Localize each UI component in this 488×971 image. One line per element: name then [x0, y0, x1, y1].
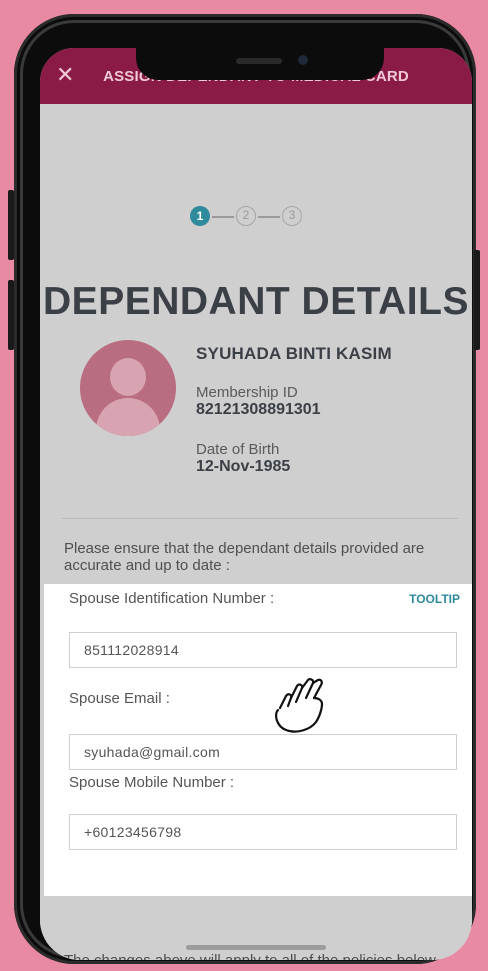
progress-stepper: 1 2 3: [190, 204, 330, 230]
email-label: Spouse Email :: [69, 690, 170, 707]
dependant-name: SYUHADA BINTI KASIM: [196, 344, 392, 363]
step-1-indicator: 1: [190, 206, 210, 226]
app-screen: ✕ ASSIGN DEPENDANT TO MEDICAL CARD 1 2 3…: [40, 48, 472, 960]
apply-note: The changes above will apply to all of t…: [64, 952, 444, 960]
membership-label: Membership ID: [196, 384, 298, 401]
id-label: Spouse Identification Number :: [69, 590, 275, 607]
phone-side-button: [8, 280, 14, 350]
section-divider: [62, 518, 458, 519]
tooltip-link[interactable]: TOOLTIP: [409, 592, 460, 606]
camera-icon: [298, 55, 308, 65]
speaker-icon: [236, 58, 282, 64]
step-connector: [258, 216, 280, 218]
avatar-head: [110, 358, 146, 396]
step-connector: [212, 216, 234, 218]
accuracy-note: Please ensure that the dependant details…: [64, 540, 425, 574]
dependant-info: SYUHADA BINTI KASIM Membership ID 821213…: [196, 344, 456, 476]
phone-side-button: [8, 190, 14, 260]
home-indicator: [186, 945, 326, 950]
hand-pointer-icon: [275, 678, 324, 733]
avatar-body: [96, 398, 160, 436]
spouse-mobile-input[interactable]: +60123456798: [69, 814, 457, 850]
dob-label: Date of Birth: [196, 441, 280, 458]
mobile-label: Spouse Mobile Number :: [69, 774, 235, 791]
membership-id: 82121308891301: [196, 401, 321, 418]
phone-notch: [136, 48, 384, 80]
avatar-icon: [80, 340, 176, 436]
spouse-id-input[interactable]: 851112028914: [69, 632, 457, 668]
spouse-form: Spouse Identification Number : TOOLTIP 8…: [44, 584, 472, 896]
step-3-indicator: 3: [282, 206, 302, 226]
page-title: DEPENDANT DETAILS: [43, 280, 469, 323]
dob-value: 12-Nov-1985: [196, 458, 291, 475]
phone-power-button: [474, 250, 480, 350]
step-2-indicator: 2: [236, 206, 256, 226]
spouse-email-input[interactable]: syuhada@gmail.com: [69, 734, 457, 770]
